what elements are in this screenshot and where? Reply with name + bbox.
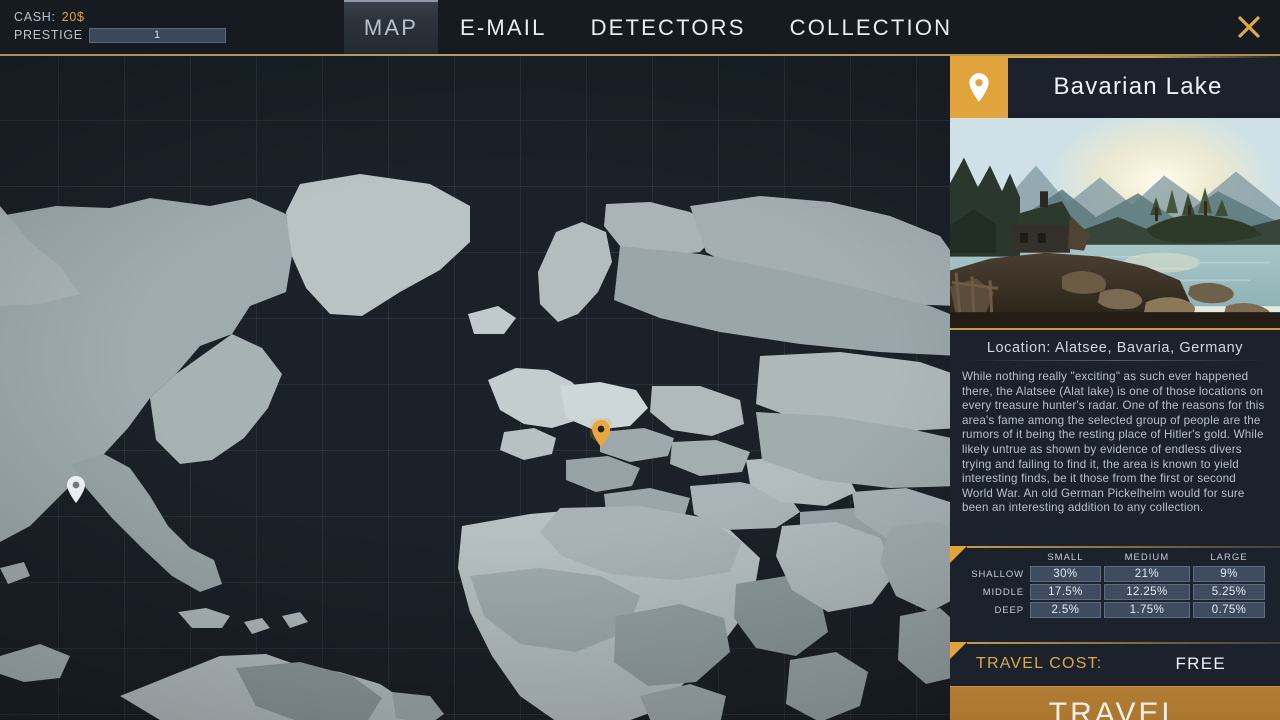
bavarian-lake-artwork bbox=[950, 118, 1280, 328]
cell-middle-large: 5.25% bbox=[1193, 584, 1265, 600]
location-pin-icon bbox=[65, 474, 87, 504]
cell-shallow-large: 9% bbox=[1193, 566, 1265, 582]
location-pin-icon bbox=[966, 71, 992, 103]
game-screen: CASH: 20$ PRESTIGE 1 MAP E-MAIL DETECTOR… bbox=[0, 0, 1280, 720]
close-button[interactable] bbox=[1228, 6, 1270, 48]
location-pin-icon bbox=[590, 418, 612, 448]
table-row: DEEP 2.5% 1.75% 0.75% bbox=[965, 602, 1265, 618]
player-stats: CASH: 20$ PRESTIGE 1 bbox=[14, 8, 244, 44]
cell-deep-small: 2.5% bbox=[1030, 602, 1101, 618]
accent-divider bbox=[967, 642, 1280, 644]
tab-detectors[interactable]: DETECTORS bbox=[569, 0, 768, 56]
cell-deep-large: 0.75% bbox=[1193, 602, 1265, 618]
location-description: While nothing really "exciting" as such … bbox=[962, 370, 1268, 516]
travel-cost-value: FREE bbox=[1175, 654, 1254, 674]
location-info-panel: Bavarian Lake bbox=[950, 56, 1280, 720]
world-landmasses bbox=[0, 56, 960, 720]
tab-email-label: E-MAIL bbox=[460, 15, 547, 41]
location-title: Bavarian Lake bbox=[1008, 56, 1280, 118]
location-description-block: Location: Alatsee, Bavaria, Germany Whil… bbox=[950, 330, 1280, 546]
table-corner-cell bbox=[965, 552, 1027, 564]
column-header-medium: MEDIUM bbox=[1104, 552, 1190, 564]
row-header-middle: MIDDLE bbox=[965, 584, 1027, 600]
cell-shallow-small: 30% bbox=[1030, 566, 1101, 582]
top-bar: CASH: 20$ PRESTIGE 1 MAP E-MAIL DETECTOR… bbox=[0, 0, 1280, 56]
tab-detectors-label: DETECTORS bbox=[591, 15, 746, 41]
column-header-large: LARGE bbox=[1193, 552, 1265, 564]
main-navigation-tabs: MAP E-MAIL DETECTORS COLLECTION bbox=[344, 0, 974, 56]
cash-value: 20$ bbox=[62, 10, 85, 24]
close-icon bbox=[1234, 12, 1264, 42]
location-subtitle: Location: Alatsee, Bavaria, Germany bbox=[962, 340, 1268, 356]
tab-map-label: MAP bbox=[364, 15, 418, 41]
travel-button[interactable]: TRAVEL bbox=[950, 686, 1280, 720]
cell-middle-medium: 12.25% bbox=[1104, 584, 1190, 600]
tab-collection-label: COLLECTION bbox=[790, 15, 953, 41]
location-preview-image bbox=[950, 118, 1280, 330]
map-marker-bavarian-lake[interactable] bbox=[590, 418, 612, 448]
corner-accent-icon bbox=[950, 642, 967, 659]
prestige-stat: PRESTIGE 1 bbox=[14, 26, 244, 44]
location-pin-badge bbox=[950, 56, 1008, 118]
tab-email[interactable]: E-MAIL bbox=[438, 0, 569, 56]
travel-cost-label: TRAVEL COST: bbox=[976, 655, 1102, 673]
travel-button-label: TRAVEL bbox=[1049, 697, 1181, 720]
row-header-shallow: SHALLOW bbox=[965, 566, 1027, 582]
prestige-bar: 1 bbox=[89, 28, 226, 43]
probability-table: SMALL MEDIUM LARGE SHALLOW 30% 21% 9% MI… bbox=[962, 550, 1268, 620]
accent-divider bbox=[967, 546, 1280, 548]
corner-accent-icon bbox=[950, 546, 967, 563]
cell-deep-medium: 1.75% bbox=[1104, 602, 1190, 618]
prestige-value: 1 bbox=[154, 29, 161, 41]
prestige-label: PRESTIGE bbox=[14, 28, 83, 42]
cash-label: CASH: bbox=[14, 10, 56, 24]
cell-middle-small: 17.5% bbox=[1030, 584, 1101, 600]
travel-cost-row: TRAVEL COST: FREE bbox=[950, 642, 1280, 686]
tab-map[interactable]: MAP bbox=[344, 0, 438, 56]
find-probability-table: SMALL MEDIUM LARGE SHALLOW 30% 21% 9% MI… bbox=[950, 546, 1280, 642]
table-row: MIDDLE 17.5% 12.25% 5.25% bbox=[965, 584, 1265, 600]
column-header-small: SMALL bbox=[1030, 552, 1101, 564]
map-marker-home[interactable] bbox=[65, 474, 87, 504]
cash-stat: CASH: 20$ bbox=[14, 8, 244, 26]
row-header-deep: DEEP bbox=[965, 602, 1027, 618]
table-header-row: SMALL MEDIUM LARGE bbox=[965, 552, 1265, 564]
location-panel-header: Bavarian Lake bbox=[950, 56, 1280, 118]
cell-shallow-medium: 21% bbox=[1104, 566, 1190, 582]
tab-collection[interactable]: COLLECTION bbox=[768, 0, 975, 56]
table-row: SHALLOW 30% 21% 9% bbox=[965, 566, 1265, 582]
